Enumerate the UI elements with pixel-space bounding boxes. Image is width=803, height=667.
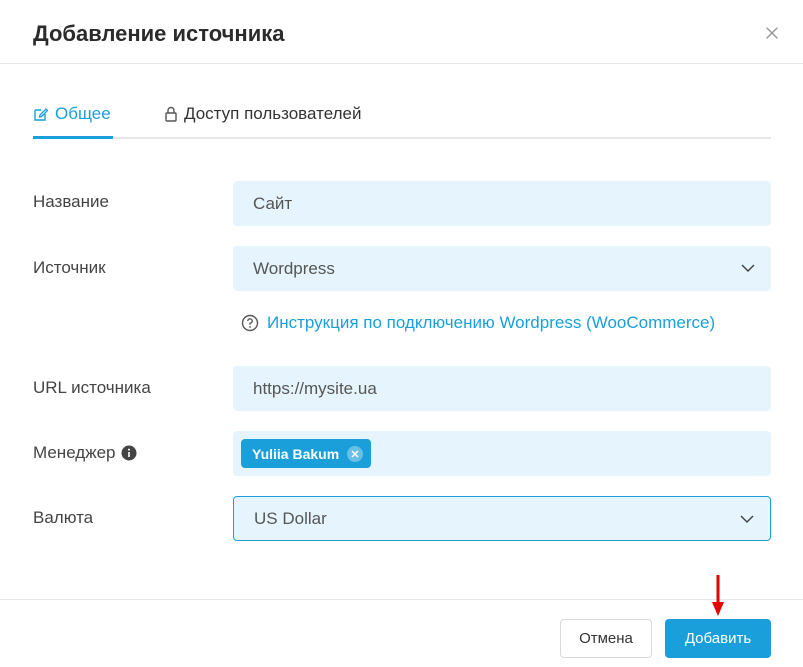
source-select-value: Wordpress — [253, 258, 335, 278]
add-button[interactable]: Добавить — [665, 619, 771, 658]
source-label: Источник — [33, 258, 106, 278]
currency-label-text: Валюта — [33, 508, 94, 527]
name-input-value: Сайт — [253, 193, 293, 213]
url-label-text: URL источника — [33, 378, 151, 397]
edit-icon — [34, 108, 49, 121]
currency-select-value: US Dollar — [254, 508, 327, 528]
name-input[interactable]: Сайт — [233, 181, 771, 226]
source-select[interactable]: Wordpress — [233, 246, 771, 291]
close-small-icon — [351, 449, 359, 458]
dialog-header: Добавление источника — [0, 0, 803, 64]
manager-label-text: Менеджер — [33, 443, 116, 462]
chevron-down-icon — [741, 264, 755, 273]
cancel-button[interactable]: Отмена — [560, 619, 652, 658]
currency-label: Валюта — [33, 508, 93, 528]
url-label: URL источника — [33, 378, 151, 398]
info-icon[interactable] — [121, 445, 137, 461]
manager-label: Менеджер — [33, 443, 137, 463]
name-label-text: Название — [33, 192, 109, 211]
url-input-value: https://mysite.ua — [253, 378, 377, 398]
chevron-down-icon — [740, 515, 754, 524]
source-label-text: Источник — [33, 258, 106, 277]
manager-chip-label: Yuliia Bakum — [252, 445, 340, 462]
active-tab-indicator — [33, 136, 113, 139]
tab-general-label: Общее — [55, 104, 111, 123]
lock-icon — [165, 106, 177, 122]
tab-general[interactable]: Общее — [33, 104, 111, 124]
manager-select[interactable]: Yuliia Bakum — [233, 431, 771, 476]
wordpress-instruction-link[interactable]: Инструкция по подключению Wordpress (Woo… — [241, 313, 715, 333]
url-input[interactable]: https://mysite.ua — [233, 366, 771, 411]
tab-user-access[interactable]: Доступ пользователей — [164, 104, 361, 124]
name-label: Название — [33, 192, 109, 212]
dialog-title: Добавление источника — [33, 21, 285, 46]
close-icon[interactable] — [764, 25, 780, 41]
currency-select[interactable]: US Dollar — [233, 496, 771, 541]
tabs: Общее Доступ пользователей — [33, 90, 771, 139]
question-circle-icon — [241, 314, 259, 332]
tab-user-access-label: Доступ пользователей — [184, 104, 362, 123]
wordpress-instruction-link-text: Инструкция по подключению Wordpress (Woo… — [267, 313, 716, 332]
manager-chip: Yuliia Bakum — [241, 439, 372, 468]
annotation-arrow-icon — [712, 575, 724, 616]
remove-chip-icon[interactable] — [347, 445, 364, 462]
